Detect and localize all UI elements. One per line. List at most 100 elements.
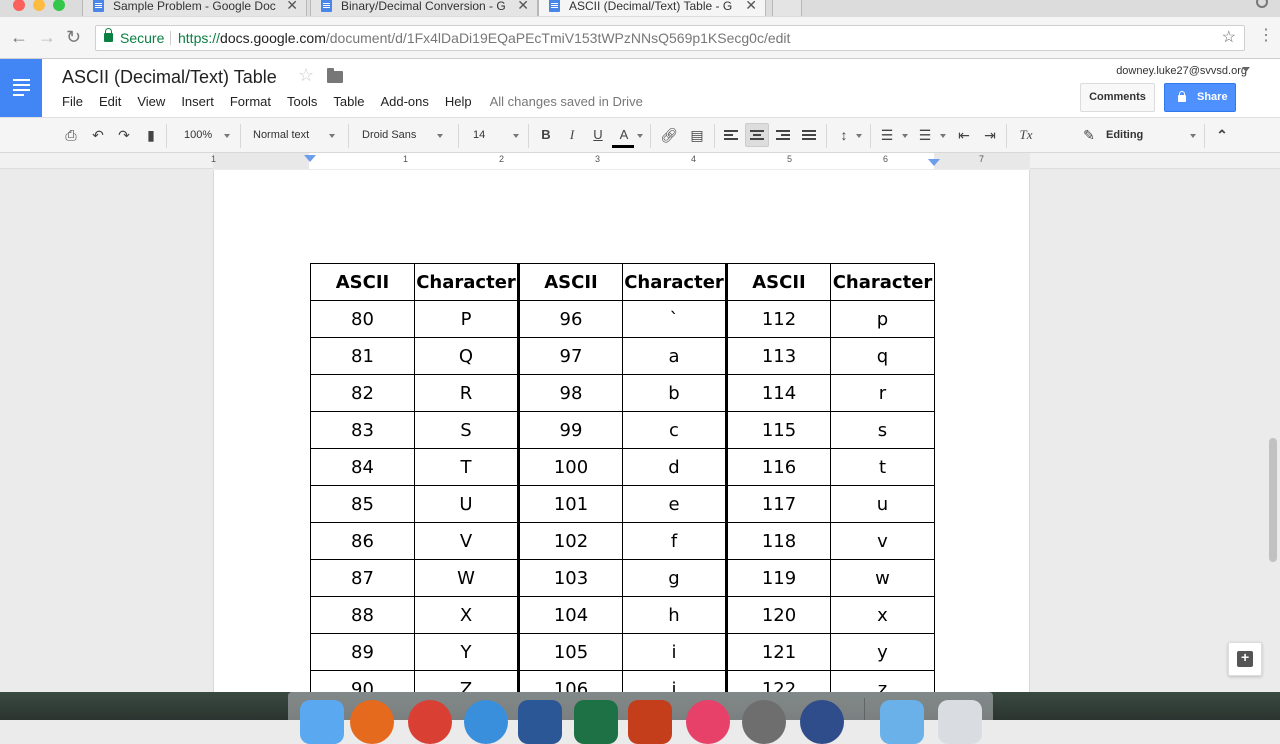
table-header-cell[interactable]: ASCII (310, 263, 415, 301)
folder-icon[interactable] (327, 68, 343, 83)
star-icon[interactable]: ☆ (298, 65, 314, 86)
ascii-code-cell[interactable]: 101 (517, 485, 623, 523)
save-status[interactable]: All changes saved in Drive (490, 94, 643, 109)
menu-view[interactable]: View (137, 94, 165, 109)
character-cell[interactable]: x (830, 596, 935, 634)
justify-icon[interactable] (802, 130, 816, 140)
menu-tools[interactable]: Tools (287, 94, 317, 109)
character-cell[interactable]: R (414, 374, 519, 412)
profile-icon[interactable] (1256, 0, 1268, 8)
ascii-code-cell[interactable]: 84 (310, 448, 415, 486)
browser-tab[interactable]: Binary/Decimal Conversion - G ✕ (310, 0, 538, 16)
document-title[interactable]: ASCII (Decimal/Text) Table (62, 67, 277, 88)
back-icon[interactable]: ← (10, 27, 28, 48)
ascii-code-cell[interactable]: 106 (517, 670, 623, 692)
zoom-select[interactable]: 100% (184, 129, 234, 141)
table-header-cell[interactable]: Character (622, 263, 727, 301)
table-header-cell[interactable]: ASCII (517, 263, 623, 301)
character-cell[interactable]: f (622, 522, 727, 560)
close-tab-icon[interactable]: ✕ (286, 0, 298, 14)
font-select[interactable]: Droid Sans (362, 129, 452, 141)
character-cell[interactable]: W (414, 559, 519, 597)
ascii-code-cell[interactable]: 100 (517, 448, 623, 486)
character-cell[interactable]: a (622, 337, 727, 375)
character-cell[interactable]: T (414, 448, 519, 486)
ascii-table[interactable]: ASCII Character ASCII Character ASCII Ch… (310, 263, 935, 692)
ascii-code-cell[interactable]: 103 (517, 559, 623, 597)
ascii-code-cell[interactable]: 98 (517, 374, 623, 412)
character-cell[interactable]: i (622, 633, 727, 671)
character-cell[interactable]: ` (622, 300, 727, 338)
ascii-code-cell[interactable]: 117 (725, 485, 831, 523)
undo-icon[interactable]: ↶ (89, 127, 107, 144)
text-color-button[interactable]: A (615, 127, 633, 142)
character-cell[interactable]: S (414, 411, 519, 449)
decrease-indent-icon[interactable]: ⇤ (955, 127, 973, 144)
ascii-code-cell[interactable]: 105 (517, 633, 623, 671)
explore-button[interactable] (1228, 642, 1262, 676)
ascii-code-cell[interactable]: 112 (725, 300, 831, 338)
close-tab-icon[interactable]: ✕ (517, 0, 529, 14)
browser-tab-active[interactable]: ASCII (Decimal/Text) Table - G ✕ (538, 0, 766, 16)
safari-icon[interactable] (464, 700, 508, 744)
character-cell[interactable]: v (830, 522, 935, 560)
link-icon[interactable]: 🔗︎ (660, 127, 678, 144)
new-tab-button[interactable] (772, 0, 802, 16)
ascii-code-cell[interactable]: 96 (517, 300, 623, 338)
browser-tab[interactable]: Sample Problem - Google Doc ✕ (82, 0, 307, 16)
ascii-code-cell[interactable]: 122 (725, 670, 831, 692)
character-cell[interactable]: z (830, 670, 935, 692)
ascii-code-cell[interactable]: 102 (517, 522, 623, 560)
italic-button[interactable]: I (563, 127, 581, 143)
ascii-code-cell[interactable]: 89 (310, 633, 415, 671)
character-cell[interactable]: t (830, 448, 935, 486)
menu-file[interactable]: File (62, 94, 83, 109)
clear-formatting-button[interactable]: Tx (1017, 127, 1035, 143)
character-cell[interactable]: y (830, 633, 935, 671)
powerpoint-icon[interactable] (628, 700, 672, 744)
character-cell[interactable]: s (830, 411, 935, 449)
ascii-code-cell[interactable]: 97 (517, 337, 623, 375)
trash-icon[interactable] (938, 700, 982, 744)
line-spacing-icon[interactable]: ↕ (835, 127, 853, 143)
increase-indent-icon[interactable]: ⇥ (981, 127, 999, 144)
align-left-icon[interactable] (724, 130, 738, 140)
menu-insert[interactable]: Insert (181, 94, 214, 109)
menu-addons[interactable]: Add-ons (380, 94, 428, 109)
redo-icon[interactable]: ↷ (115, 127, 133, 144)
word-icon[interactable] (518, 700, 562, 744)
bookmark-star-icon[interactable]: ☆ (1222, 26, 1236, 50)
character-cell[interactable]: U (414, 485, 519, 523)
ascii-code-cell[interactable]: 88 (310, 596, 415, 634)
firefox-icon[interactable] (350, 700, 394, 744)
character-cell[interactable]: d (622, 448, 727, 486)
address-bar[interactable]: Secure https://docs.google.com/document/… (95, 25, 1245, 51)
table-header-cell[interactable]: ASCII (725, 263, 831, 301)
character-cell[interactable]: h (622, 596, 727, 634)
folder-icon[interactable] (880, 700, 924, 744)
itunes-icon[interactable] (686, 700, 730, 744)
table-header-cell[interactable]: Character (830, 263, 935, 301)
character-cell[interactable]: q (830, 337, 935, 375)
chevron-down-icon[interactable] (1242, 67, 1250, 72)
menu-table[interactable]: Table (333, 94, 364, 109)
share-button[interactable]: Share (1164, 83, 1236, 112)
ascii-code-cell[interactable]: 121 (725, 633, 831, 671)
browser-menu-icon[interactable]: ⋮ (1258, 25, 1274, 45)
ascii-code-cell[interactable]: 90 (310, 670, 415, 692)
character-cell[interactable]: Y (414, 633, 519, 671)
bulleted-list-icon[interactable]: ☰ (916, 127, 934, 144)
ascii-code-cell[interactable]: 115 (725, 411, 831, 449)
ascii-code-cell[interactable]: 81 (310, 337, 415, 375)
document-page[interactable]: ASCII Character ASCII Character ASCII Ch… (213, 170, 1030, 692)
table-header-cell[interactable]: Character (414, 263, 519, 301)
ascii-code-cell[interactable]: 86 (310, 522, 415, 560)
reload-icon[interactable]: ↻ (66, 27, 81, 48)
menu-edit[interactable]: Edit (99, 94, 121, 109)
ascii-code-cell[interactable]: 120 (725, 596, 831, 634)
bold-button[interactable]: B (537, 127, 555, 142)
ascii-code-cell[interactable]: 119 (725, 559, 831, 597)
character-cell[interactable]: b (622, 374, 727, 412)
character-cell[interactable]: P (414, 300, 519, 338)
editing-mode-select[interactable]: Editing (1106, 129, 1196, 141)
